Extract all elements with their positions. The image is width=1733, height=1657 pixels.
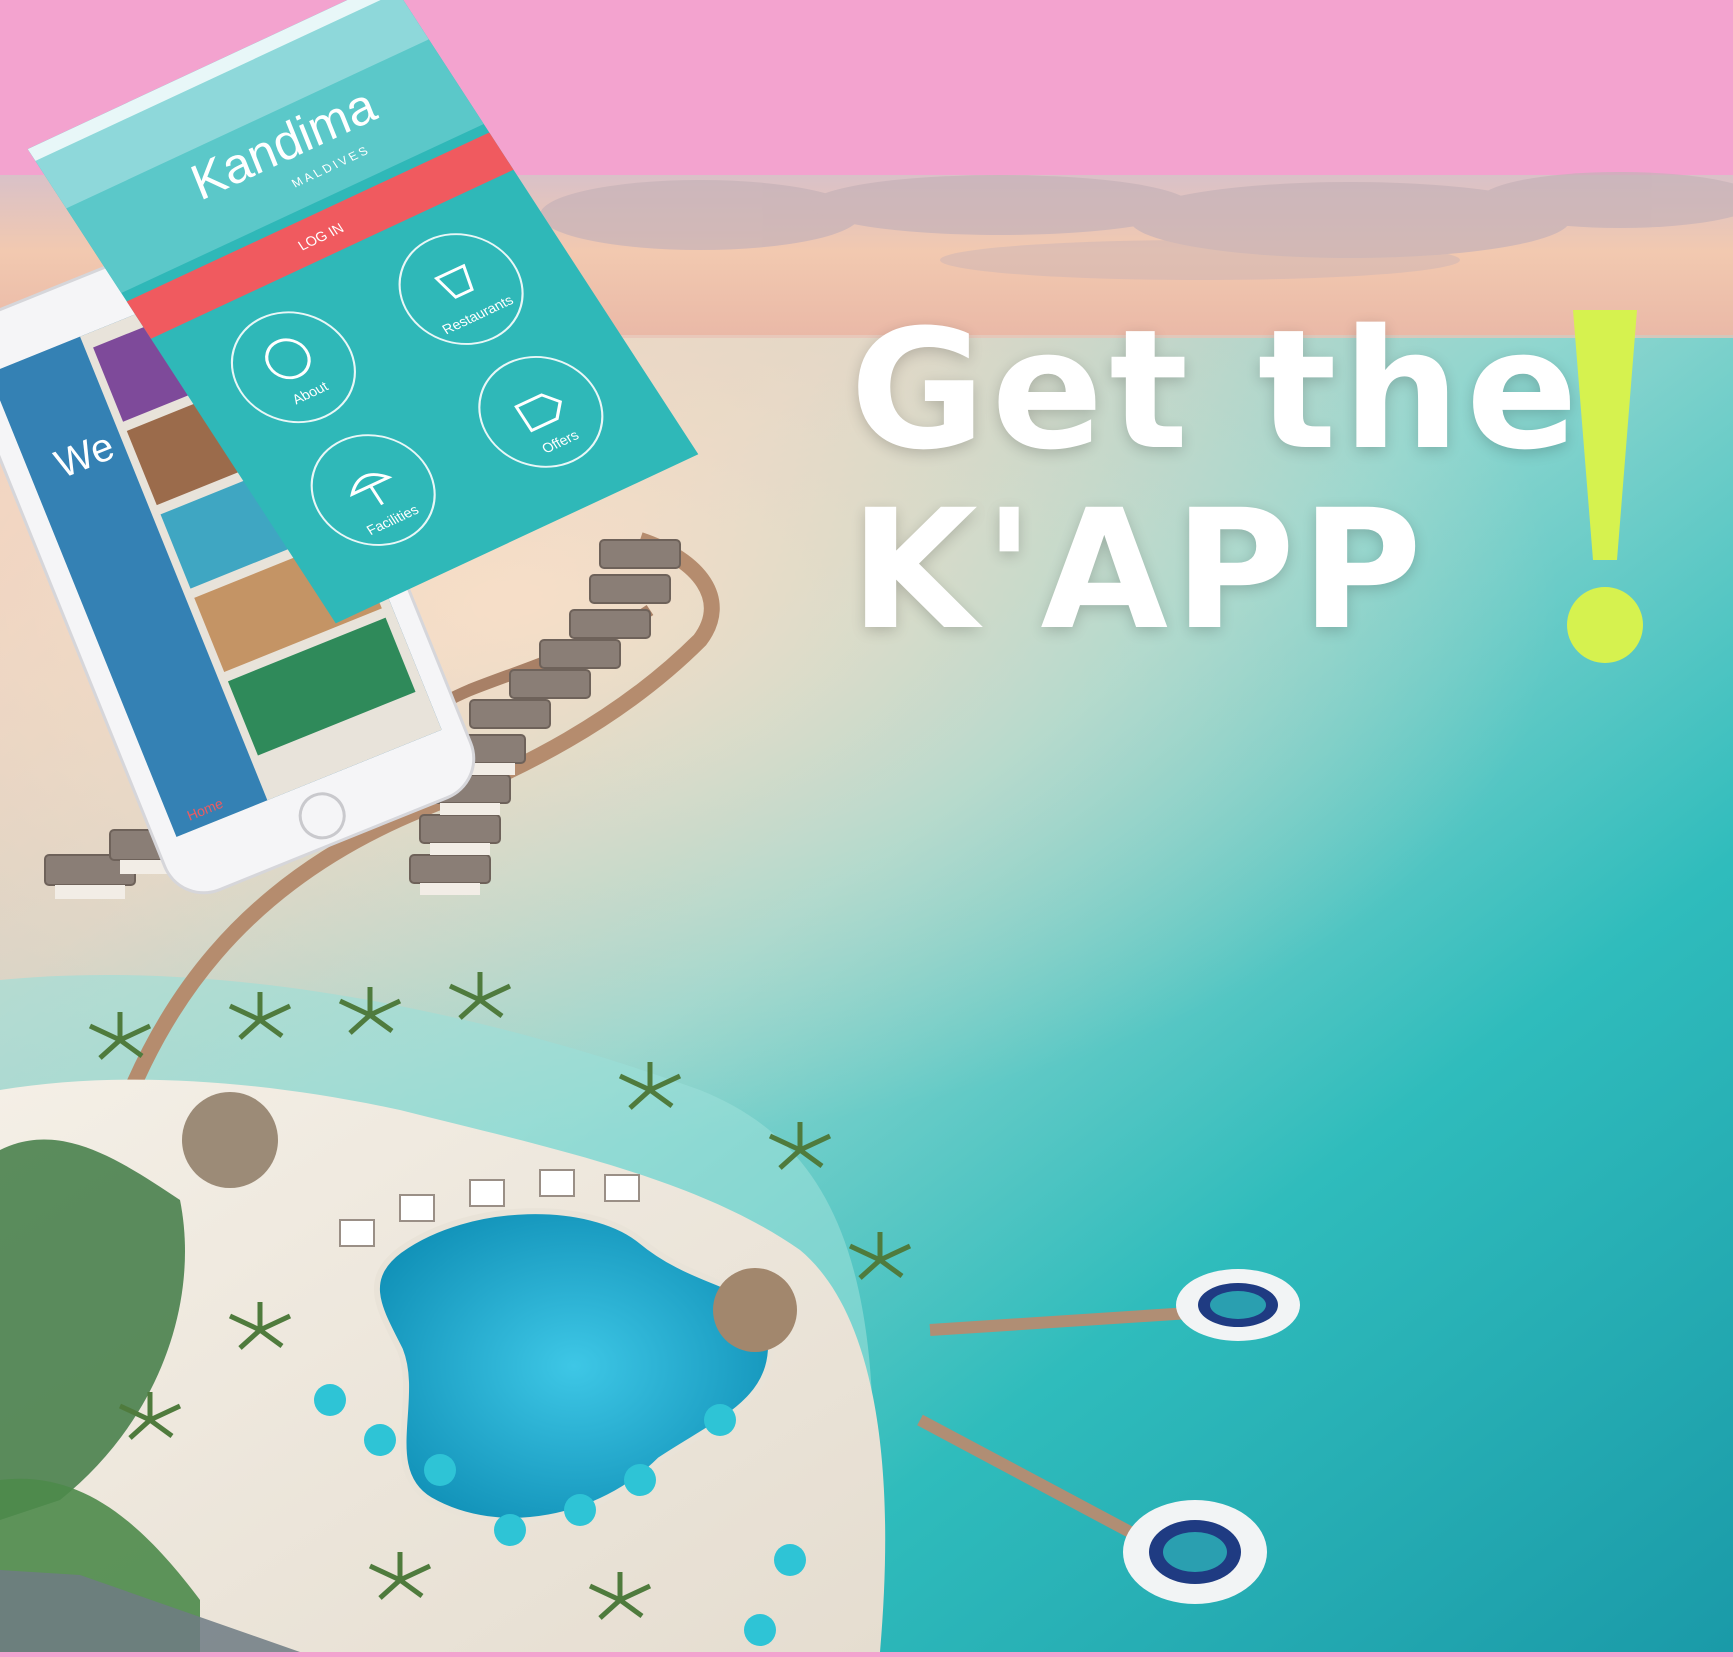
headline-line-1: Get the (850, 294, 1584, 486)
thatched-hut (182, 1092, 278, 1188)
thatched-hut-bar (713, 1268, 797, 1352)
headline: Get the K'APP (850, 300, 1584, 660)
headline-line-2: K'APP (850, 474, 1428, 666)
resort-aerial-photo: We Home Kandima MALDIVES LOG IN About Re… (0, 0, 1733, 1652)
exclamation-mark (1567, 310, 1643, 663)
hero-scene: We Home Kandima MALDIVES LOG IN About Re… (0, 0, 1733, 1652)
